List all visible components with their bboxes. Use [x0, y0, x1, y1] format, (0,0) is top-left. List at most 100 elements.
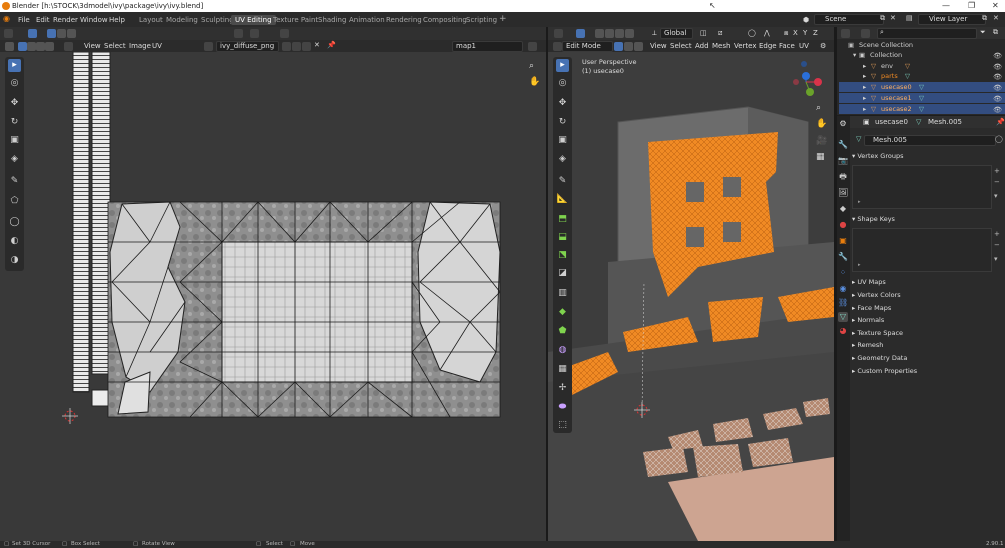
outliner-search-input[interactable] [877, 28, 977, 39]
vp-zoom-icon[interactable]: ⌕ [816, 103, 821, 113]
new-collection-icon[interactable]: ⧉ [993, 28, 998, 37]
outliner-item-env[interactable]: ▸ ▽ env ▽ 👁 [839, 61, 1005, 71]
expand-chevron-icon[interactable]: ▸ [863, 71, 866, 81]
face-maps-panel-header[interactable]: ▸ Face Maps [852, 304, 891, 312]
smooth-tool-icon[interactable]: ▦ [556, 363, 569, 376]
pin-icon[interactable]: 📌 [996, 118, 1005, 126]
pinch-tool-icon[interactable]: ◐ [8, 235, 21, 248]
viewport-menu-vertex[interactable]: Vertex [734, 42, 757, 50]
add-workspace-button[interactable]: + [495, 13, 511, 25]
view-layer-icon[interactable]: ▤ [906, 14, 913, 22]
rotate-tool-icon[interactable]: ↻ [8, 116, 21, 129]
select-box-tool-icon[interactable]: ▸ [8, 59, 21, 72]
visibility-icon[interactable]: 👁 [993, 51, 1002, 61]
select-tool-mode-icon[interactable] [28, 29, 37, 38]
view-layer-tab-icon[interactable]: 🖼 [838, 188, 848, 198]
outliner-type-icon[interactable] [841, 29, 850, 38]
menu-help[interactable]: Help [109, 16, 125, 24]
display-options-icon[interactable] [528, 42, 537, 51]
falloff-icon[interactable]: ⋀ [764, 29, 770, 37]
snap-icon[interactable] [250, 29, 259, 38]
viewport-menu-face[interactable]: Face [779, 42, 795, 50]
vp-scale-tool-icon[interactable]: ▣ [556, 134, 569, 147]
edge-slide-tool-icon[interactable]: ✢ [556, 382, 569, 395]
data-tab-icon[interactable]: ▽ [838, 312, 848, 322]
outliner-item-usecase0[interactable]: ▸ ▽ usecase0 ▽ 👁 [839, 82, 1005, 92]
vp-move-tool-icon[interactable]: ✥ [556, 97, 569, 110]
physics-tab-icon[interactable]: ◉ [838, 284, 848, 294]
mesh-datablock-field[interactable]: Mesh.005 [864, 135, 996, 146]
mode-icon[interactable] [553, 42, 562, 51]
uv-maps-panel-header[interactable]: ▸ UV Maps [852, 278, 886, 286]
viewport-menu-select[interactable]: Select [670, 42, 692, 50]
poly-build-tool-icon[interactable]: ⬟ [556, 325, 569, 338]
transform-icon[interactable]: ⟂ [652, 29, 657, 38]
image-name-field[interactable]: ivy_diffuse_png [216, 41, 279, 52]
vp-select-tool-icon[interactable]: ▸ [556, 59, 569, 72]
vertex-group-specials-icon[interactable]: ▾ [994, 192, 998, 200]
uv-island-mode-icon[interactable] [45, 42, 54, 51]
uv-sync-icon[interactable] [5, 42, 14, 51]
viewport-menu-add[interactable]: Add [695, 42, 709, 50]
pan-hand-icon[interactable]: ✋ [529, 77, 540, 87]
geometry-data-panel-header[interactable]: ▸ Geometry Data [852, 354, 907, 362]
outliner-item-parts[interactable]: ▸ ▽ parts ▽ 👁 [839, 71, 1005, 81]
vp-ortho-toggle-icon[interactable]: ▦ [816, 152, 825, 162]
add-vertex-group-icon[interactable]: + [994, 167, 1000, 175]
fake-user-icon[interactable] [282, 42, 291, 51]
constraints-tab-icon[interactable]: ⛓ [838, 298, 848, 308]
menu-edit[interactable]: Edit [36, 16, 50, 24]
view-layer-selector[interactable]: View Layer [918, 14, 986, 25]
vertex-colors-panel-header[interactable]: ▸ Vertex Colors [852, 291, 901, 299]
scene-tab-icon[interactable]: ◆ [838, 204, 848, 214]
visibility-icon[interactable]: 👁 [993, 94, 1002, 104]
uv-menu-view[interactable]: View [84, 42, 101, 50]
normals-panel-header[interactable]: ▸ Normals [852, 316, 884, 324]
open-image-icon[interactable] [302, 42, 311, 51]
uv-edge-mode-icon[interactable] [27, 42, 36, 51]
sculpt-tool-icon[interactable]: ◑ [8, 254, 21, 267]
outliner-item-usecase1[interactable]: ▸ ▽ usecase1 ▽ 👁 [839, 93, 1005, 103]
expand-chevron-icon[interactable]: ▾ [853, 50, 856, 60]
blender-menu-icon[interactable]: ◉ [3, 14, 10, 23]
shape-key-specials-icon[interactable]: ▾ [994, 255, 998, 263]
duplicate-image-icon[interactable] [292, 42, 301, 51]
vp-cursor-tool-icon[interactable]: ◎ [556, 77, 569, 90]
uv-canvas[interactable] [0, 52, 546, 541]
viewport-select-mode-icon[interactable] [576, 29, 585, 38]
outliner-item-usecase2[interactable]: ▸ ▽ usecase2 ▽ 👁 [839, 104, 1005, 114]
filter-icon[interactable]: ⏷ [980, 28, 986, 37]
outliner-collection[interactable]: ▾ ▣ Collection 👁 [839, 50, 1005, 60]
shape-keys-list[interactable] [852, 228, 992, 272]
uv-menu-select[interactable]: Select [104, 42, 126, 50]
inset-tool-icon[interactable]: ⬔ [556, 249, 569, 262]
mode-selector[interactable]: Edit Mode [562, 41, 613, 52]
pivot-icon[interactable] [234, 29, 243, 38]
viewport-select-invert-icon[interactable] [615, 29, 624, 38]
minimize-icon[interactable]: — [942, 1, 950, 10]
particles-tab-icon[interactable]: ⁘ [838, 268, 848, 278]
viewport-select-subtract-icon[interactable] [605, 29, 614, 38]
bevel-tool-icon[interactable]: ◪ [556, 267, 569, 280]
vertex-select-mode-icon[interactable] [614, 42, 623, 51]
shrink-fatten-tool-icon[interactable]: ⬬ [556, 401, 569, 414]
annotate-tool-icon[interactable]: ✎ [8, 175, 21, 188]
proportional-editing-icon[interactable]: ◯ [748, 29, 756, 37]
maximize-icon[interactable]: ❐ [968, 1, 975, 10]
material-tab-icon[interactable]: ◕ [838, 326, 848, 336]
uv-face-mode-icon[interactable] [36, 42, 45, 51]
sticky-select-icon[interactable] [64, 42, 73, 51]
menu-render[interactable]: Render [53, 16, 78, 24]
mirror-icon[interactable]: ⧈ [784, 29, 788, 38]
vp-rotate-tool-icon[interactable]: ↻ [556, 116, 569, 129]
output-tab-icon[interactable]: 🖶 [838, 172, 848, 182]
delete-view-layer-icon[interactable]: ✕ [993, 14, 999, 22]
uv-map-selector[interactable]: map1 [452, 41, 523, 52]
uv-menu-image[interactable]: Image [129, 42, 151, 50]
render-tab-icon[interactable]: 📷 [838, 156, 848, 166]
face-select-mode-icon[interactable] [634, 42, 643, 51]
transform-tool-icon[interactable]: ◈ [8, 153, 21, 166]
mirror-z-toggle[interactable]: Z [813, 29, 818, 37]
add-shape-key-icon[interactable]: + [994, 230, 1000, 238]
uv-vertex-select-icon[interactable] [47, 29, 56, 38]
